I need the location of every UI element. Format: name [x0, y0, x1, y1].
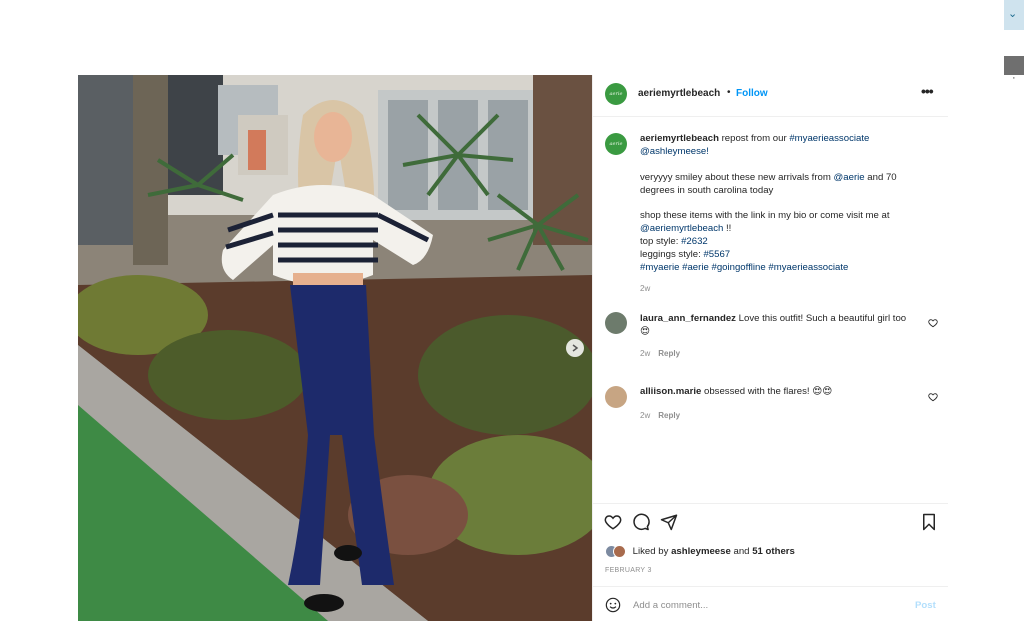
separator-dot: • [727, 87, 731, 98]
likes-prefix: Liked by [632, 546, 669, 558]
comment: laura_ann_fernandez Love this outfit! Su… [640, 313, 915, 339]
caption-avatar[interactable]: aerie [605, 133, 627, 155]
comment-text: obsessed with the flares! 😍😍 [704, 386, 833, 397]
send-icon[interactable] [660, 513, 678, 531]
add-comment-row: Add a comment... Post [593, 586, 948, 623]
extension-bar [1004, 56, 1024, 75]
chevron-down-icon: ⌄ [1008, 8, 1018, 20]
chevron-right-icon [572, 344, 579, 352]
caption-time[interactable]: 2w [640, 284, 650, 293]
extension-strip: ⌄ ··· [1004, 0, 1024, 84]
likes-others-link[interactable]: 51 others [752, 546, 795, 557]
comment-username[interactable]: alliison.marie [640, 386, 701, 397]
post-photo[interactable] [78, 75, 592, 621]
extension-menu[interactable]: ··· [1004, 30, 1024, 84]
comment-username[interactable]: laura_ann_fernandez [640, 313, 736, 324]
comment: alliison.marie obsessed with the flares!… [640, 386, 915, 399]
hashtag-link[interactable]: #myaerieassociate [789, 133, 869, 144]
mention-link[interactable]: @aeriemyrtlebeach [640, 223, 723, 234]
comment-time[interactable]: 2w [640, 411, 650, 420]
mention-link[interactable]: @aerie [834, 172, 865, 183]
post-header: aerie aeriemyrtlebeach • Follow ••• [593, 75, 948, 117]
caption-text: veryyyy smiley about these new arrivals … [640, 171, 831, 183]
follow-button[interactable]: Follow [736, 88, 768, 99]
comment-meta: 2w Reply [640, 411, 680, 420]
hashtag-link[interactable]: #2632 [681, 236, 708, 247]
caption-text: repost from our [721, 133, 787, 144]
mention-link[interactable]: @ashleymeese! [640, 146, 709, 157]
heart-icon[interactable] [928, 392, 938, 402]
comment-time[interactable]: 2w [640, 349, 650, 358]
hashtag-link[interactable]: #goingoffline [711, 262, 765, 273]
post-comment-button[interactable]: Post [915, 600, 936, 611]
heart-icon[interactable] [928, 318, 938, 328]
next-photo-button[interactable] [566, 339, 584, 357]
caption-text: top style: [640, 236, 679, 248]
action-bar: Liked by ashleymeese and 51 others FEBRU… [593, 503, 948, 622]
likes-and: and [733, 546, 750, 558]
photo-image [78, 75, 592, 621]
hashtag-link[interactable]: #myaerieassociate [768, 262, 848, 273]
more-options-icon[interactable]: ••• [921, 83, 934, 99]
avatar-text: aerie [609, 91, 623, 97]
caption-username[interactable]: aeriemyrtlebeach [640, 133, 719, 144]
hashtag-link[interactable]: #aerie [682, 262, 709, 273]
reply-button[interactable]: Reply [658, 349, 680, 358]
hashtag-link[interactable]: #5567 [703, 249, 730, 260]
reply-button[interactable]: Reply [658, 411, 680, 420]
heart-icon[interactable] [604, 513, 622, 531]
post-date[interactable]: FEBRUARY 3 [605, 567, 652, 574]
caption: aeriemyrtlebeach repost from our #myaeri… [640, 133, 930, 275]
comment-meta: 2w Reply [640, 349, 680, 358]
liker-username[interactable]: ashleymeese [671, 546, 731, 557]
caption-text: leggings style: [640, 249, 701, 261]
extension-toggle[interactable]: ⌄ [1004, 0, 1024, 30]
caption-text: !! [726, 223, 732, 235]
header-username[interactable]: aeriemyrtlebeach [638, 88, 720, 99]
avatar-text: aerie [609, 141, 623, 147]
hashtag-link[interactable]: #myaerie [640, 262, 679, 273]
commenter-avatar[interactable] [605, 386, 627, 408]
bookmark-icon[interactable] [920, 513, 938, 531]
comment-input[interactable]: Add a comment... [633, 600, 708, 611]
liker-avatar[interactable] [613, 545, 626, 558]
profile-avatar[interactable]: aerie [605, 83, 627, 105]
commenter-avatar[interactable] [605, 312, 627, 334]
smiley-icon[interactable] [605, 597, 621, 613]
comment-icon[interactable] [632, 513, 650, 531]
likes-summary: Liked by ashleymeese and 51 others [605, 545, 795, 558]
caption-text: shop these items with the link in my bio… [640, 210, 890, 222]
post-panel: aerie aeriemyrtlebeach • Follow ••• aeri… [592, 75, 948, 621]
